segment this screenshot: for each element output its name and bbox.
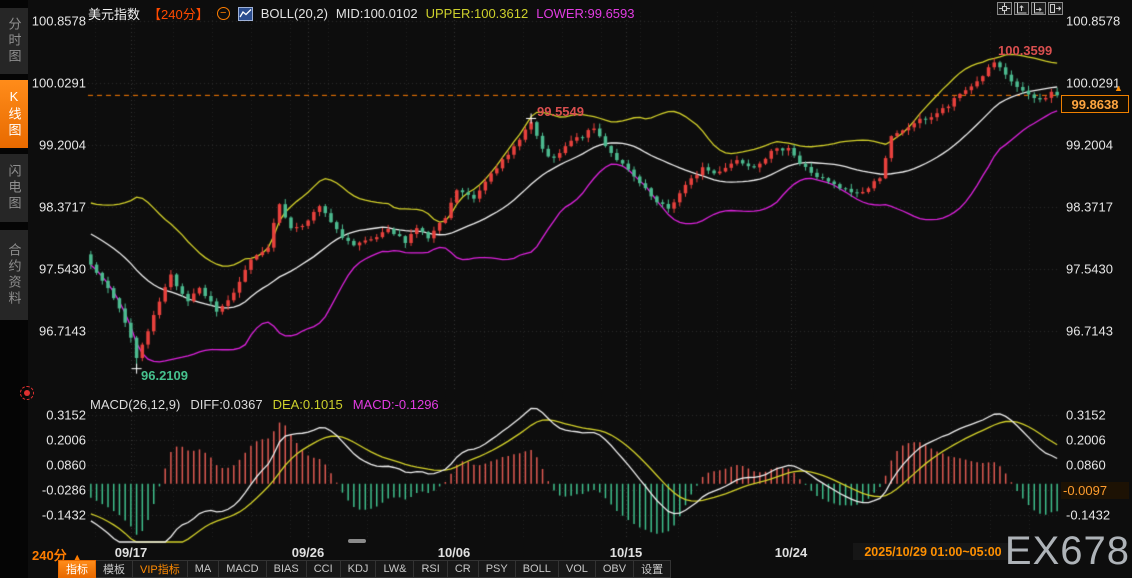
scrollbar-thumb[interactable] [348, 539, 366, 543]
sidebar-tab-kline-chart[interactable]: K线图 [0, 80, 28, 148]
boll-lower-value: LOWER:99.6593 [536, 6, 635, 21]
scale-y-icon[interactable] [1014, 2, 1029, 15]
price-tick-label: 96.7143 [39, 323, 86, 339]
date-tick-label: 10/06 [437, 545, 471, 560]
toolbar-button-KDJ[interactable]: KDJ [340, 560, 377, 578]
period-label: 【240分】 [148, 7, 209, 22]
sidebar: 分时图 K线图闪电图合约资料 [0, 0, 28, 578]
price-tick-label: 99.2004 [39, 137, 86, 153]
toolbar-button-VIP指标[interactable]: VIP指标 [133, 560, 188, 578]
app-window: 分时图 K线图闪电图合约资料 美元指数 【240分】 − BOLL(20,2) M… [0, 0, 1132, 578]
indicator-toolbar: 指标 模板 VIP指标 MA MACD BIAS CCI KDJ LW& RSI CR PSY BOLL… [58, 560, 672, 578]
date-tick-label: 10/24 [774, 545, 808, 560]
macd-hist-value: MACD:-0.1296 [352, 397, 439, 412]
macd-tick-label: -0.1432 [41, 507, 86, 523]
toolbar-button-设置[interactable]: 设置 [634, 560, 672, 578]
toolbar-button-CCI[interactable]: CCI [306, 560, 341, 578]
macd-diff-value: DIFF:0.0367 [190, 397, 263, 412]
collapse-panel-icon[interactable] [1048, 2, 1063, 15]
macd-value-badge: -0.0097 [1061, 482, 1129, 499]
chart-canvas[interactable] [0, 0, 1132, 578]
toolbar-button-指标[interactable]: 指标 [58, 560, 96, 578]
toolbar-button-模板[interactable]: 模板 [96, 560, 133, 578]
alert-icon[interactable] [20, 386, 34, 400]
last-price-badge: 99.8638 [1061, 95, 1129, 113]
price-tick-label: 100.0291 [31, 75, 86, 91]
sidebar-tab-time-chart[interactable]: 分时图 [0, 8, 28, 74]
macd-title: MACD(26,12,9) [90, 397, 181, 412]
macd-tick-label: 0.0860 [46, 457, 86, 473]
annotation-session-high: 100.3599 [998, 43, 1053, 58]
price-tick-label: 97.5430 [39, 261, 86, 277]
sidebar-tab-flash-chart[interactable]: 闪电图 [0, 154, 28, 222]
crosshair-icon[interactable] [997, 2, 1012, 15]
price-tick-label: 96.7143 [1066, 323, 1113, 339]
macd-tick-label: 0.3152 [1066, 407, 1106, 423]
price-tick-label: 100.0291 [1066, 75, 1121, 91]
toolbar-button-BIAS[interactable]: BIAS [266, 560, 307, 578]
date-tick-label: 10/15 [609, 545, 643, 560]
chart-header: 美元指数 【240分】 − BOLL(20,2) MID:100.0102 UP… [88, 4, 635, 23]
scale-x-icon[interactable] [1031, 2, 1046, 15]
toolbar-button-OBV[interactable]: OBV [595, 560, 635, 578]
price-tick-label: 100.8578 [31, 13, 86, 29]
toolbar-button-BOLL[interactable]: BOLL [515, 560, 559, 578]
chart-type-icon [237, 6, 253, 21]
macd-tick-label: -0.0286 [41, 482, 86, 498]
toolbar-button-LW&[interactable]: LW& [376, 560, 415, 578]
boll-label: BOLL(20,2) [260, 6, 328, 21]
toolbar-button-MACD[interactable]: MACD [219, 560, 267, 578]
zoom-out-icon[interactable]: − [216, 7, 230, 20]
annotation-session-low: 96.2109 [141, 368, 188, 383]
price-up-arrow-icon: ▲ [1114, 83, 1123, 93]
macd-tick-label: 0.2006 [46, 432, 86, 448]
toolbar-button-MA[interactable]: MA [187, 560, 220, 578]
price-tick-label: 99.2004 [1066, 137, 1113, 153]
date-tick-label: 09/26 [291, 545, 325, 560]
price-tick-label: 98.3717 [39, 199, 86, 215]
macd-header: MACD(26,12,9) DIFF:0.0367 DEA:0.1015 MAC… [90, 397, 439, 412]
macd-tick-label: 0.0860 [1066, 457, 1106, 473]
price-tick-label: 97.5430 [1066, 261, 1113, 277]
toolbar-button-CR[interactable]: CR [447, 560, 479, 578]
annotation-swing-high: 99.5549 [537, 104, 584, 119]
toolbar-button-VOL[interactable]: VOL [558, 560, 596, 578]
macd-tick-label: 0.3152 [46, 407, 86, 423]
watermark: EX678 [1004, 529, 1130, 573]
boll-mid-value: MID:100.0102 [335, 6, 418, 21]
current-bar-time-label: 2025/10/29 01:00~05:00 [853, 543, 1013, 560]
toolbar-button-PSY[interactable]: PSY [478, 560, 516, 578]
chart-tool-buttons [997, 2, 1063, 15]
price-tick-label: 98.3717 [1066, 199, 1113, 215]
macd-dea-value: DEA:0.1015 [272, 397, 343, 412]
price-tick-label: 100.8578 [1066, 13, 1121, 29]
sidebar-tab-contract-info[interactable]: 合约资料 [0, 230, 28, 320]
symbol-name: 美元指数 [88, 7, 141, 22]
macd-tick-label: 0.2006 [1066, 432, 1106, 448]
date-tick-label: 09/17 [114, 545, 148, 560]
macd-tick-label: -0.1432 [1066, 507, 1111, 523]
boll-upper-value: UPPER:100.3612 [425, 6, 529, 21]
toolbar-button-RSI[interactable]: RSI [414, 560, 448, 578]
